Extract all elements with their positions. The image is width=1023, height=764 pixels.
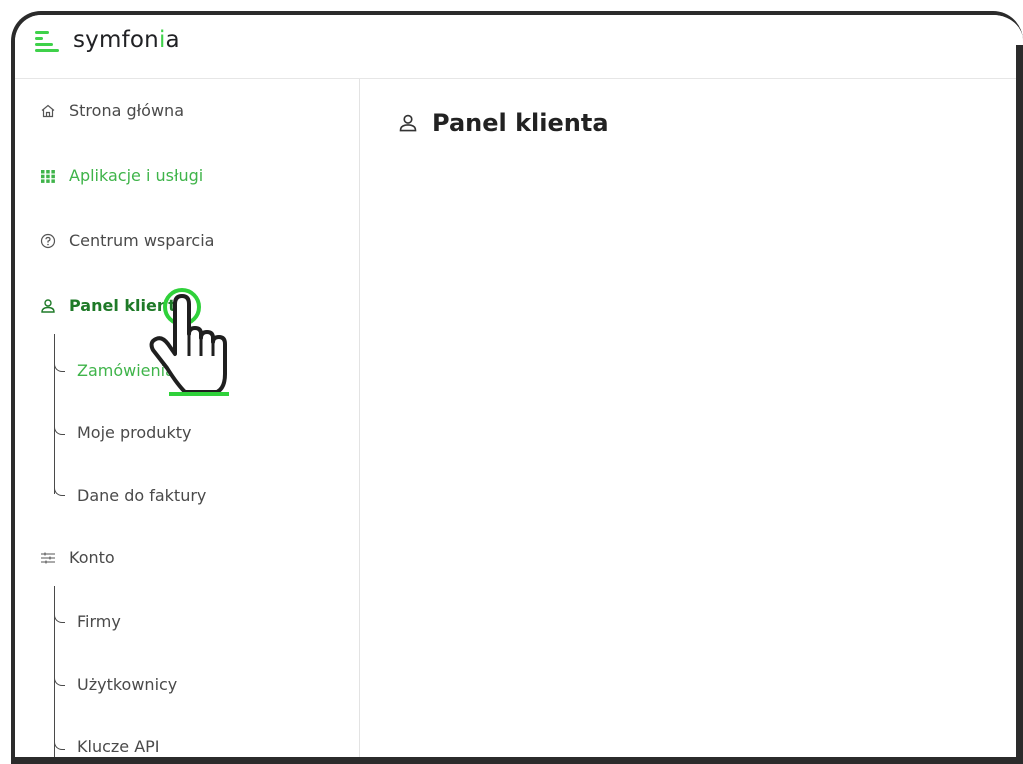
- logo-text: symfonia: [73, 27, 180, 53]
- page-title-text: Panel klienta: [432, 109, 609, 137]
- sidebar-item-home[interactable]: Strona główna: [39, 101, 184, 120]
- tree-hook: [54, 485, 65, 496]
- tree-line: [54, 334, 55, 494]
- sidebar-subitem-zamowienia[interactable]: Zamówienia: [77, 361, 175, 380]
- user-icon: [39, 297, 57, 315]
- sidebar-subitem-klucze-api[interactable]: Klucze API: [77, 737, 160, 756]
- main-content: Panel klienta: [360, 79, 1023, 764]
- app-window: symfonia Strona główna Aplikacje i usług…: [11, 11, 1023, 764]
- sidebar-item-label: Aplikacje i usługi: [69, 166, 204, 185]
- sidebar-item-support[interactable]: Centrum wsparcia: [39, 231, 214, 250]
- sidebar-item-panel-klienta[interactable]: Panel klienta: [39, 296, 187, 315]
- user-icon: [398, 113, 418, 133]
- apps-grid-icon: [39, 167, 57, 185]
- sidebar-item-label: Panel klienta: [69, 296, 187, 315]
- page-title: Panel klienta: [398, 109, 609, 137]
- tree-hook: [54, 612, 65, 623]
- tree-hook: [54, 424, 65, 435]
- sidebar-item-label: Centrum wsparcia: [69, 231, 215, 250]
- sidebar-subitem-moje-produkty[interactable]: Moje produkty: [77, 423, 191, 442]
- help-icon: [39, 232, 57, 250]
- sidebar-subitem-firmy[interactable]: Firmy: [77, 612, 121, 631]
- tree-hook: [54, 739, 65, 750]
- top-bar: symfonia: [15, 15, 1023, 79]
- tree-hook: [54, 675, 65, 686]
- sidebar-item-apps[interactable]: Aplikacje i usługi: [39, 166, 203, 185]
- home-icon: [39, 102, 57, 120]
- sidebar-item-label: Konto: [69, 548, 115, 567]
- sidebar: Strona główna Aplikacje i usługi Centrum…: [15, 79, 360, 764]
- sidebar-item-label: Strona główna: [69, 101, 184, 120]
- symfonia-logo[interactable]: symfonia: [35, 27, 180, 53]
- logo-mark-icon: [35, 28, 59, 52]
- tree-hook: [54, 361, 65, 372]
- sidebar-subitem-uzytkownicy[interactable]: Użytkownicy: [77, 675, 177, 694]
- sliders-icon: [39, 549, 57, 567]
- frame-edge: [15, 757, 1023, 764]
- sidebar-subitem-dane-do-faktury[interactable]: Dane do faktury: [77, 486, 206, 505]
- sidebar-item-konto[interactable]: Konto: [39, 548, 115, 567]
- frame-edge: [1016, 45, 1023, 764]
